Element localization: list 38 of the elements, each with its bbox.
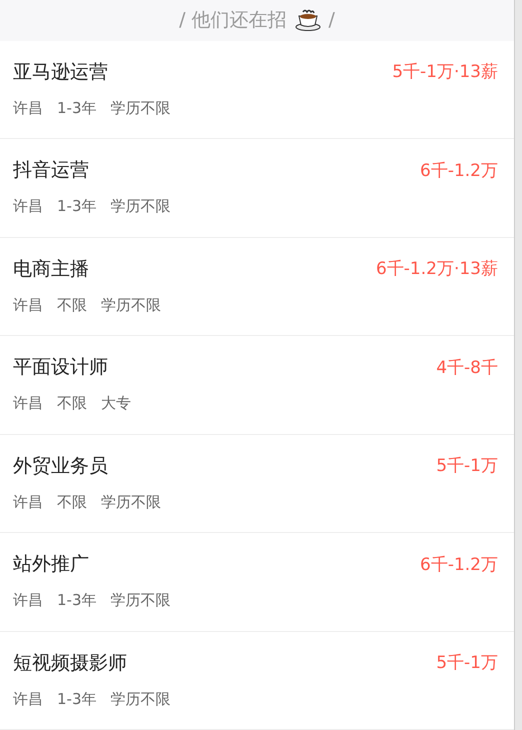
job-tag: 大专 xyxy=(101,394,131,413)
job-tag: 1-3年 xyxy=(57,690,96,708)
job-tag: 许昌 xyxy=(13,197,43,216)
job-tag: 许昌 xyxy=(13,690,43,708)
job-salary: 5千-1万 xyxy=(436,455,498,477)
section-title-slash: / xyxy=(328,9,335,32)
job-tag: 学历不限 xyxy=(110,690,170,708)
job-title: 平面设计师 xyxy=(13,355,108,380)
job-tag: 许昌 xyxy=(13,492,43,512)
job-tag: 许昌 xyxy=(13,98,43,118)
job-tag: 学历不限 xyxy=(101,296,161,314)
job-salary: 5千-1万 xyxy=(436,652,498,674)
job-title: 外贸业务员 xyxy=(13,454,108,478)
job-tag: 学历不限 xyxy=(110,98,170,118)
job-title: 抖音运营 xyxy=(13,158,89,183)
job-salary: 6千-1.2万·13薪 xyxy=(376,258,498,280)
job-tag: 不限 xyxy=(57,394,87,413)
section-title: / 他们还在招 xyxy=(179,8,287,34)
coffee-cup-icon xyxy=(294,9,321,32)
job-title: 站外推广 xyxy=(13,552,89,577)
job-tag: 许昌 xyxy=(13,296,43,314)
job-tag: 1-3年 xyxy=(57,591,96,610)
job-tag: 许昌 xyxy=(13,394,43,413)
job-tag: 学历不限 xyxy=(110,197,170,216)
job-title: 短视频摄影师 xyxy=(13,650,127,676)
job-tag: 学历不限 xyxy=(110,591,170,610)
job-salary: 5千-1万·13薪 xyxy=(392,61,498,83)
job-title: 电商主播 xyxy=(13,256,89,282)
job-tag: 学历不限 xyxy=(101,492,161,512)
job-tag: 1-3年 xyxy=(57,98,96,118)
job-salary: 4千-8千 xyxy=(436,356,498,378)
job-salary: 6千-1.2万 xyxy=(420,554,498,576)
job-tag: 不限 xyxy=(57,492,87,512)
job-tag: 1-3年 xyxy=(57,197,96,216)
job-title: 亚马逊运营 xyxy=(13,60,108,84)
job-salary: 6千-1.2万 xyxy=(420,160,498,182)
job-tag: 不限 xyxy=(57,296,87,314)
job-tag: 许昌 xyxy=(13,591,43,610)
